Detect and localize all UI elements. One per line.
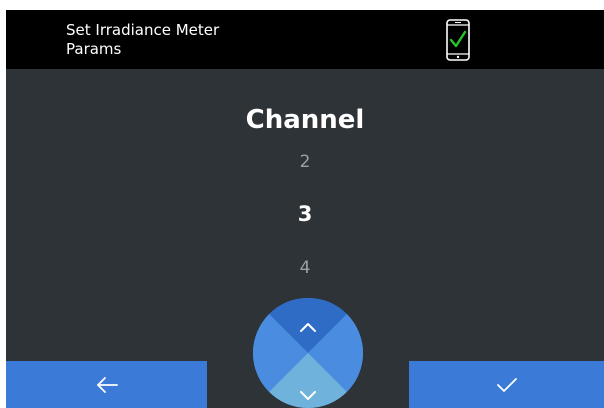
page-title: Set Irradiance Meter Params — [66, 21, 220, 58]
confirm-button[interactable] — [409, 361, 604, 408]
chevron-up-icon — [300, 323, 316, 332]
decrement-button[interactable] — [253, 353, 363, 408]
check-icon — [496, 377, 517, 392]
selected-value: 3 — [297, 202, 313, 226]
picker-title: Channel — [245, 105, 365, 135]
value-dial — [253, 298, 363, 408]
chevron-down-icon — [300, 391, 316, 400]
next-value[interactable]: 4 — [6, 257, 604, 279]
header-bar: Set Irradiance Meter Params — [6, 10, 604, 69]
previous-value[interactable]: 2 — [6, 151, 604, 173]
back-button[interactable] — [6, 361, 207, 408]
increment-button[interactable] — [253, 298, 363, 353]
arrow-left-icon — [96, 376, 118, 393]
phone-connected-icon — [446, 19, 470, 61]
device-screen: Set Irradiance Meter Params Channel 2 3 … — [6, 10, 604, 408]
